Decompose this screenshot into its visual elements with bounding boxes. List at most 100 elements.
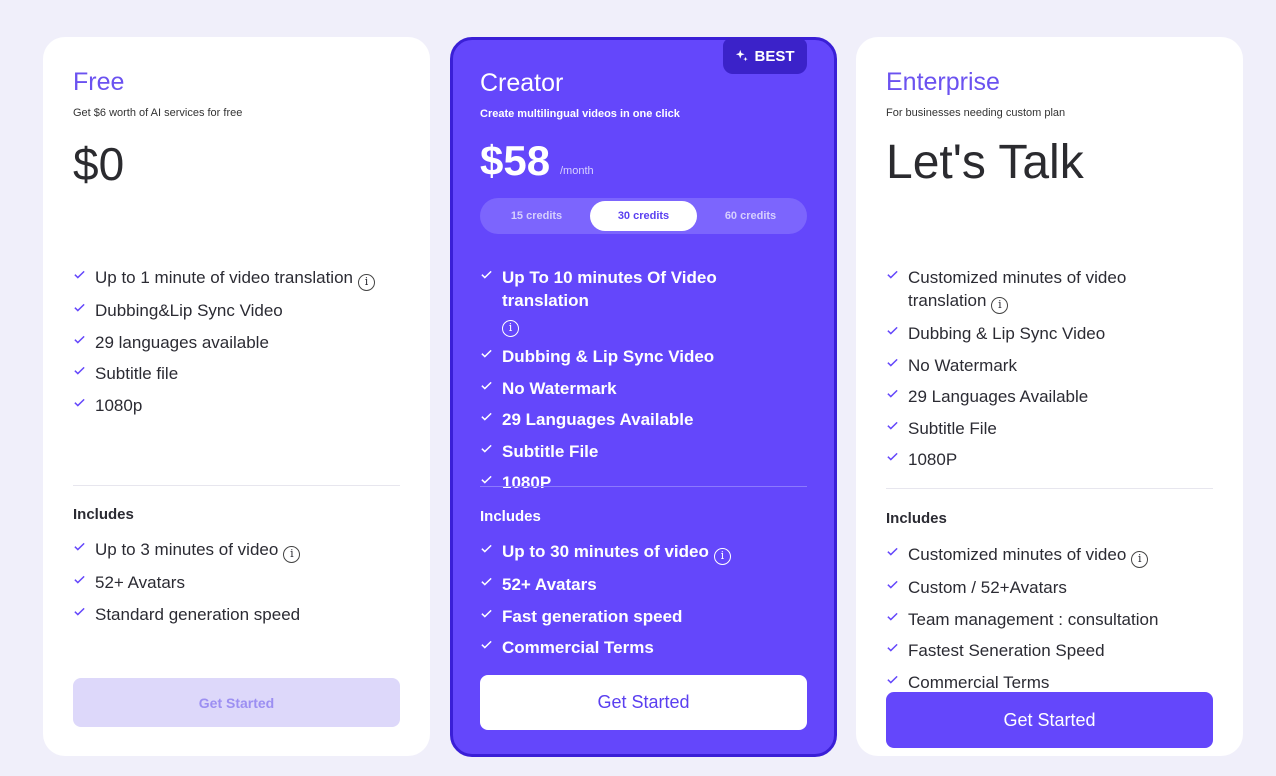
list-item: Subtitle file bbox=[73, 362, 400, 385]
billing-period: /month bbox=[560, 165, 594, 177]
check-icon bbox=[886, 324, 900, 337]
include-label: Up to 3 minutes of video bbox=[95, 540, 279, 559]
check-icon bbox=[73, 333, 87, 346]
info-icon[interactable]: i bbox=[713, 548, 731, 565]
list-item: Dubbing & Lip Sync Video bbox=[886, 322, 1213, 345]
feature-label: Customized minutes of video translation bbox=[908, 268, 1127, 310]
list-item: 1080P bbox=[886, 448, 1213, 471]
list-item: Up to 3 minutes of video i bbox=[73, 538, 400, 563]
check-icon bbox=[886, 578, 900, 591]
list-item: 29 Languages Available bbox=[480, 408, 807, 431]
check-icon bbox=[73, 268, 87, 281]
plan-price: $0 bbox=[73, 138, 125, 190]
includes-list: Customized minutes of video i Custom / 52… bbox=[886, 543, 1213, 702]
credit-option[interactable]: 60 credits bbox=[697, 201, 804, 231]
get-started-button[interactable]: Get Started bbox=[73, 678, 400, 727]
include-label: Commercial Terms bbox=[908, 672, 1050, 692]
check-icon bbox=[886, 545, 900, 558]
includes-heading: Includes bbox=[480, 508, 541, 525]
info-icon[interactable]: i bbox=[1131, 551, 1149, 568]
check-icon bbox=[480, 542, 494, 555]
check-icon bbox=[73, 301, 87, 314]
feature-label: Dubbing & Lip Sync Video bbox=[908, 324, 1106, 344]
check-icon bbox=[480, 347, 494, 360]
feature-label: Dubbing & Lip Sync Video bbox=[502, 347, 715, 367]
check-icon bbox=[480, 379, 494, 392]
check-icon bbox=[886, 450, 900, 463]
list-item: Up To 10 minutes Of Video translation i bbox=[480, 266, 807, 337]
divider bbox=[73, 485, 400, 486]
include-label: Standard generation speed bbox=[95, 604, 301, 624]
list-item: Customized minutes of video translation i bbox=[886, 266, 1213, 314]
credit-option-selected[interactable]: 30 credits bbox=[590, 201, 697, 231]
feature-label: Dubbing&Lip Sync Video bbox=[95, 301, 283, 321]
check-icon bbox=[480, 607, 494, 620]
check-icon bbox=[886, 419, 900, 432]
include-label: Fast generation speed bbox=[502, 606, 683, 626]
info-icon[interactable]: i bbox=[991, 297, 1009, 314]
check-icon bbox=[73, 540, 87, 553]
includes-heading: Includes bbox=[73, 506, 134, 523]
credits-toggle: 15 credits 30 credits 60 credits bbox=[480, 198, 807, 234]
check-icon bbox=[480, 442, 494, 455]
feature-label: Subtitle File bbox=[502, 441, 599, 461]
list-item: No Watermark bbox=[886, 354, 1213, 377]
check-icon bbox=[886, 610, 900, 623]
info-icon[interactable]: i bbox=[357, 274, 375, 291]
plan-subtitle: Get $6 worth of AI services for free bbox=[73, 107, 243, 119]
check-icon bbox=[886, 268, 900, 281]
plan-name: Enterprise bbox=[886, 68, 1000, 96]
check-icon bbox=[480, 268, 494, 281]
list-item: No Watermark bbox=[480, 377, 807, 400]
list-item: 1080p bbox=[73, 394, 400, 417]
get-started-button[interactable]: Get Started bbox=[480, 675, 807, 730]
include-label: Up to 30 minutes of video bbox=[502, 542, 709, 561]
check-icon bbox=[886, 387, 900, 400]
feature-label: 29 languages available bbox=[95, 332, 269, 352]
plan-subtitle: Create multilingual videos in one click bbox=[480, 108, 680, 120]
list-item: Standard generation speed bbox=[73, 603, 400, 626]
check-icon bbox=[480, 575, 494, 588]
check-icon bbox=[73, 396, 87, 409]
credit-option[interactable]: 15 credits bbox=[483, 201, 590, 231]
list-item: Up to 1 minute of video translation i bbox=[73, 266, 400, 291]
feature-list: Up to 1 minute of video translation i Dub… bbox=[73, 266, 400, 425]
divider bbox=[480, 486, 807, 487]
list-item: Fast generation speed bbox=[480, 605, 807, 628]
check-icon bbox=[480, 410, 494, 423]
list-item: 52+ Avatars bbox=[73, 571, 400, 594]
plan-price: $58 bbox=[480, 137, 551, 184]
list-item: 1080P bbox=[480, 471, 807, 494]
list-item: Customized minutes of video i bbox=[886, 543, 1213, 568]
list-item: 29 languages available bbox=[73, 331, 400, 354]
list-item: Team management : consultation bbox=[886, 608, 1213, 631]
check-icon bbox=[480, 473, 494, 486]
plan-name: Creator bbox=[480, 69, 564, 97]
feature-label: No Watermark bbox=[502, 378, 617, 398]
plan-card-creator: BEST Creator Create multilingual videos … bbox=[450, 37, 837, 757]
feature-label: Up to 1 minute of video translation bbox=[95, 268, 353, 287]
feature-label: Subtitle File bbox=[908, 418, 997, 438]
list-item: Custom / 52+Avatars bbox=[886, 576, 1213, 599]
plan-price: Let's Talk bbox=[886, 136, 1084, 189]
get-started-button[interactable]: Get Started bbox=[886, 692, 1213, 748]
list-item: Fastest Seneration Speed bbox=[886, 639, 1213, 662]
feature-label: 1080P bbox=[908, 449, 958, 469]
include-label: Fastest Seneration Speed bbox=[908, 641, 1105, 661]
check-icon bbox=[73, 364, 87, 377]
plan-card-free: Free Get $6 worth of AI services for fre… bbox=[43, 37, 430, 756]
include-label: 52+ Avatars bbox=[95, 573, 185, 593]
check-icon bbox=[480, 638, 494, 651]
feature-list: Up To 10 minutes Of Video translation i D… bbox=[480, 266, 807, 502]
check-icon bbox=[886, 673, 900, 686]
plan-subtitle: For businesses needing custom plan bbox=[886, 107, 1066, 119]
feature-label: 1080p bbox=[95, 395, 143, 415]
plan-name: Free bbox=[73, 68, 125, 96]
info-icon[interactable]: i bbox=[502, 320, 519, 337]
feature-label: 29 Languages Available bbox=[908, 387, 1089, 407]
include-label: Custom / 52+Avatars bbox=[908, 578, 1067, 598]
check-icon bbox=[73, 573, 87, 586]
info-icon[interactable]: i bbox=[283, 546, 301, 563]
list-item: Subtitle File bbox=[480, 440, 807, 463]
include-label: 52+ Avatars bbox=[502, 575, 597, 595]
